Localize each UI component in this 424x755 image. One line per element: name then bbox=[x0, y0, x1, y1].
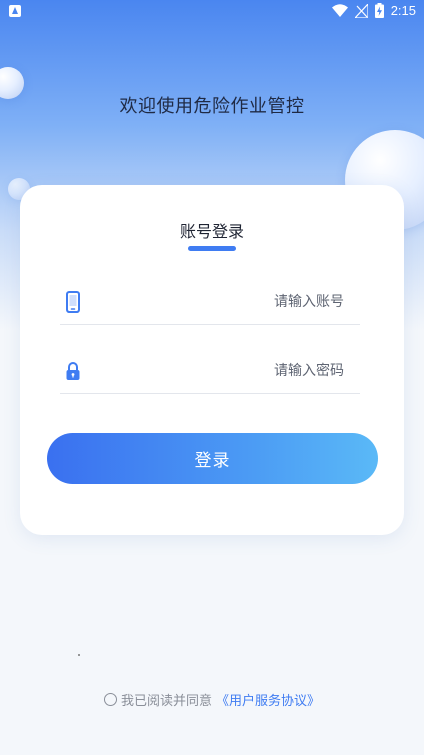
welcome-title: 欢迎使用危险作业管控 bbox=[119, 96, 305, 117]
battery-charging-icon bbox=[374, 3, 384, 18]
status-bar: 2:15 bbox=[0, 0, 424, 24]
tab-account-login[interactable]: 账号登录 bbox=[20, 218, 404, 242]
agree-text: 我已阅读并同意 bbox=[120, 694, 212, 709]
active-tab-indicator bbox=[188, 246, 236, 251]
status-icons: 2:15 bbox=[331, 3, 416, 18]
wifi-icon bbox=[331, 4, 348, 17]
account-field bbox=[60, 280, 360, 325]
user-agreement-link[interactable]: 《用户服务协议》 bbox=[216, 690, 320, 709]
account-input[interactable] bbox=[100, 288, 344, 316]
agreement-row: 我已阅读并同意 《用户服务协议》 bbox=[0, 690, 424, 709]
status-time: 2:15 bbox=[390, 3, 416, 18]
login-card: 账号登录 登录 bbox=[20, 185, 404, 535]
phone-icon bbox=[66, 291, 80, 313]
app-notification-icon bbox=[9, 5, 21, 17]
lock-icon bbox=[66, 362, 80, 380]
signal-icon bbox=[354, 3, 368, 18]
login-button[interactable]: 登录 bbox=[47, 433, 378, 484]
agree-checkbox[interactable] bbox=[103, 693, 117, 706]
password-input[interactable] bbox=[100, 357, 344, 385]
decorative-dot bbox=[78, 654, 80, 656]
password-field bbox=[60, 349, 360, 394]
